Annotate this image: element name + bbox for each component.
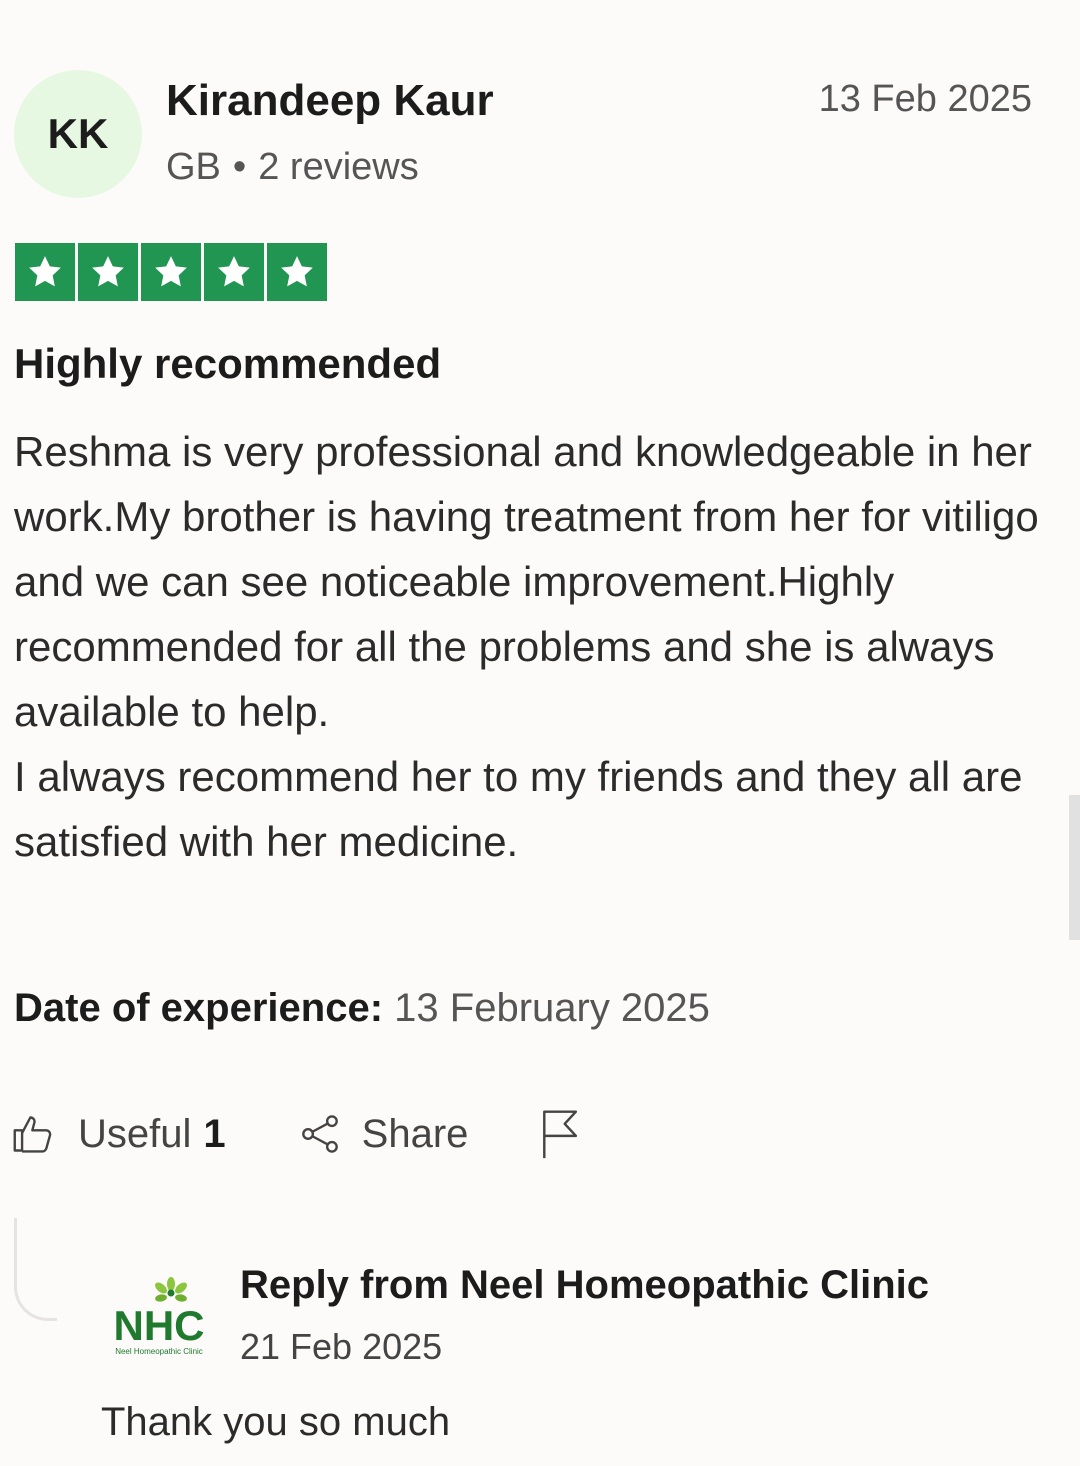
- review-date: 13 Feb 2025: [818, 78, 1032, 120]
- review-actions: Useful 1 Share: [12, 1108, 584, 1160]
- logo-subtext: Neel Homeopathic Clinic: [115, 1347, 203, 1356]
- avatar-initials: KK: [47, 110, 109, 157]
- share-icon: [298, 1112, 342, 1156]
- reviewer-country: GB: [166, 146, 221, 188]
- reviewer-meta: GB • 2 reviews: [166, 146, 419, 189]
- reply-date: 21 Feb 2025: [240, 1326, 443, 1367]
- reply-body: Thank you so much: [101, 1400, 451, 1444]
- avatar: KK: [14, 70, 142, 198]
- star-icon: [204, 243, 264, 301]
- scrollbar[interactable]: [1069, 795, 1080, 940]
- review-body-paragraph: Reshma is very professional and knowledg…: [14, 428, 1039, 735]
- leaf-icon: [155, 1277, 187, 1302]
- reply-title: Reply from Neel Homeopathic Clinic: [240, 1263, 930, 1307]
- date-of-experience: Date of experience: 13 February 2025: [14, 986, 710, 1031]
- share-button[interactable]: Share: [298, 1111, 469, 1157]
- report-button[interactable]: [538, 1108, 584, 1160]
- review-body: Reshma is very professional and knowledg…: [14, 419, 1044, 874]
- reply-connector: [14, 1218, 57, 1321]
- useful-button[interactable]: Useful 1: [12, 1112, 226, 1157]
- flag-icon: [538, 1108, 584, 1160]
- share-label: Share: [361, 1111, 469, 1156]
- star-icon: [141, 243, 201, 301]
- star-icon: [267, 243, 327, 301]
- useful-count: 1: [203, 1111, 226, 1156]
- clinic-logo: NHC Neel Homeopathic Clinic: [103, 1274, 215, 1358]
- logo-text: NHC: [114, 1302, 205, 1349]
- meta-separator: •: [232, 146, 247, 188]
- experience-label: Date of experience:: [14, 986, 384, 1030]
- star-icon: [78, 243, 138, 301]
- reviewer-name[interactable]: Kirandeep Kaur: [166, 76, 494, 126]
- thumbs-up-icon: [12, 1112, 56, 1156]
- star-rating: 5: [15, 243, 327, 301]
- useful-label: Useful: [78, 1111, 192, 1156]
- review-title[interactable]: Highly recommended: [14, 340, 441, 388]
- experience-date: 13 February 2025: [394, 986, 710, 1030]
- review-body-paragraph: I always recommend her to my friends and…: [14, 753, 1023, 865]
- reviewer-review-count: 2 reviews: [258, 146, 419, 188]
- star-icon: [15, 243, 75, 301]
